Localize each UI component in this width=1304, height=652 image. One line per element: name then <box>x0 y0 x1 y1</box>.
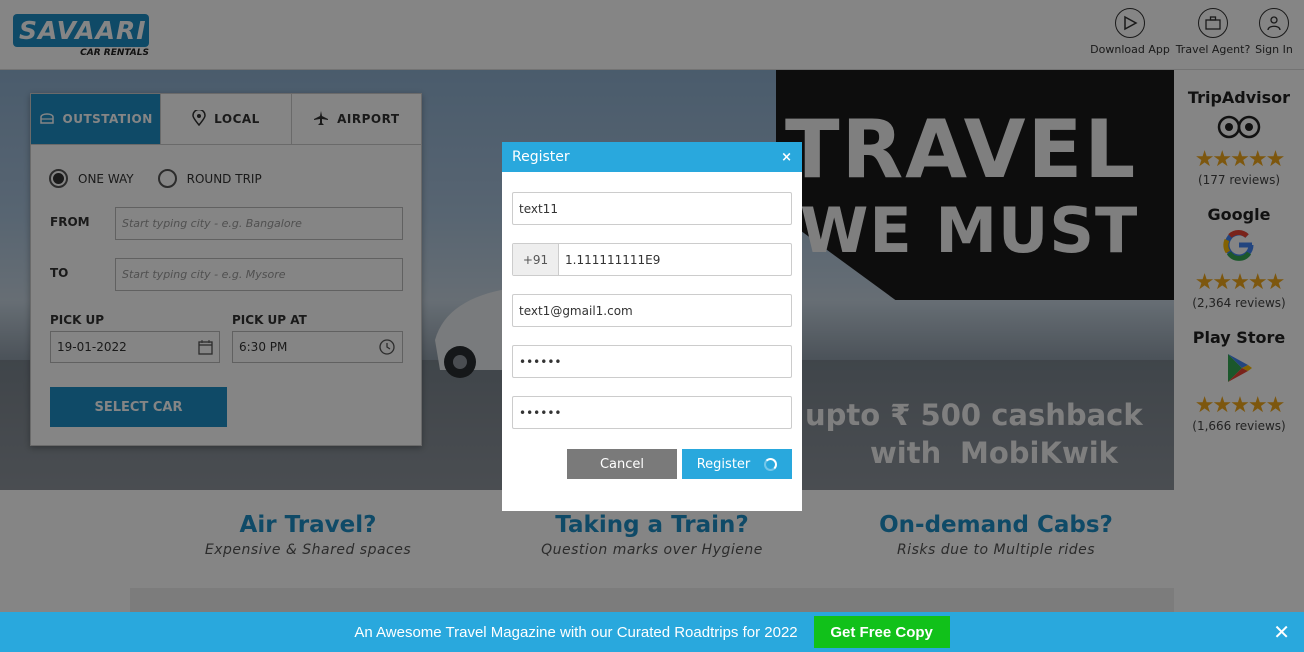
email-field[interactable]: text1@gmail1.com <box>512 294 792 327</box>
phone-value: 1.111111111E9 <box>565 252 661 267</box>
email-value: text1@gmail1.com <box>519 303 633 318</box>
register-button[interactable]: Register <box>682 449 792 479</box>
password-field[interactable]: •••••• <box>512 345 792 378</box>
modal-header: Register × <box>502 142 802 172</box>
country-code: +91 <box>513 244 559 275</box>
cancel-label: Cancel <box>599 456 645 472</box>
get-free-copy-button[interactable]: Get Free Copy <box>813 616 950 648</box>
promo-bar: An Awesome Travel Magazine with our Cura… <box>0 612 1304 652</box>
password-value: •••••• <box>519 354 562 369</box>
modal-close-button[interactable]: × <box>781 150 792 165</box>
modal-title: Register <box>512 149 570 165</box>
close-icon[interactable]: ✕ <box>1273 622 1290 642</box>
loading-spinner-icon <box>764 457 778 471</box>
name-value: text11 <box>519 201 558 216</box>
register-label: Register <box>696 456 751 472</box>
cancel-button[interactable]: Cancel <box>567 449 677 479</box>
phone-field[interactable]: +91 1.111111111E9 <box>512 243 792 276</box>
confirm-password-value: •••••• <box>519 405 562 420</box>
name-field[interactable]: text11 <box>512 192 792 225</box>
confirm-password-field[interactable]: •••••• <box>512 396 792 429</box>
promo-text: An Awesome Travel Magazine with our Cura… <box>354 623 798 641</box>
register-modal: Register × text11 +91 1.111111111E9 text… <box>502 142 802 511</box>
